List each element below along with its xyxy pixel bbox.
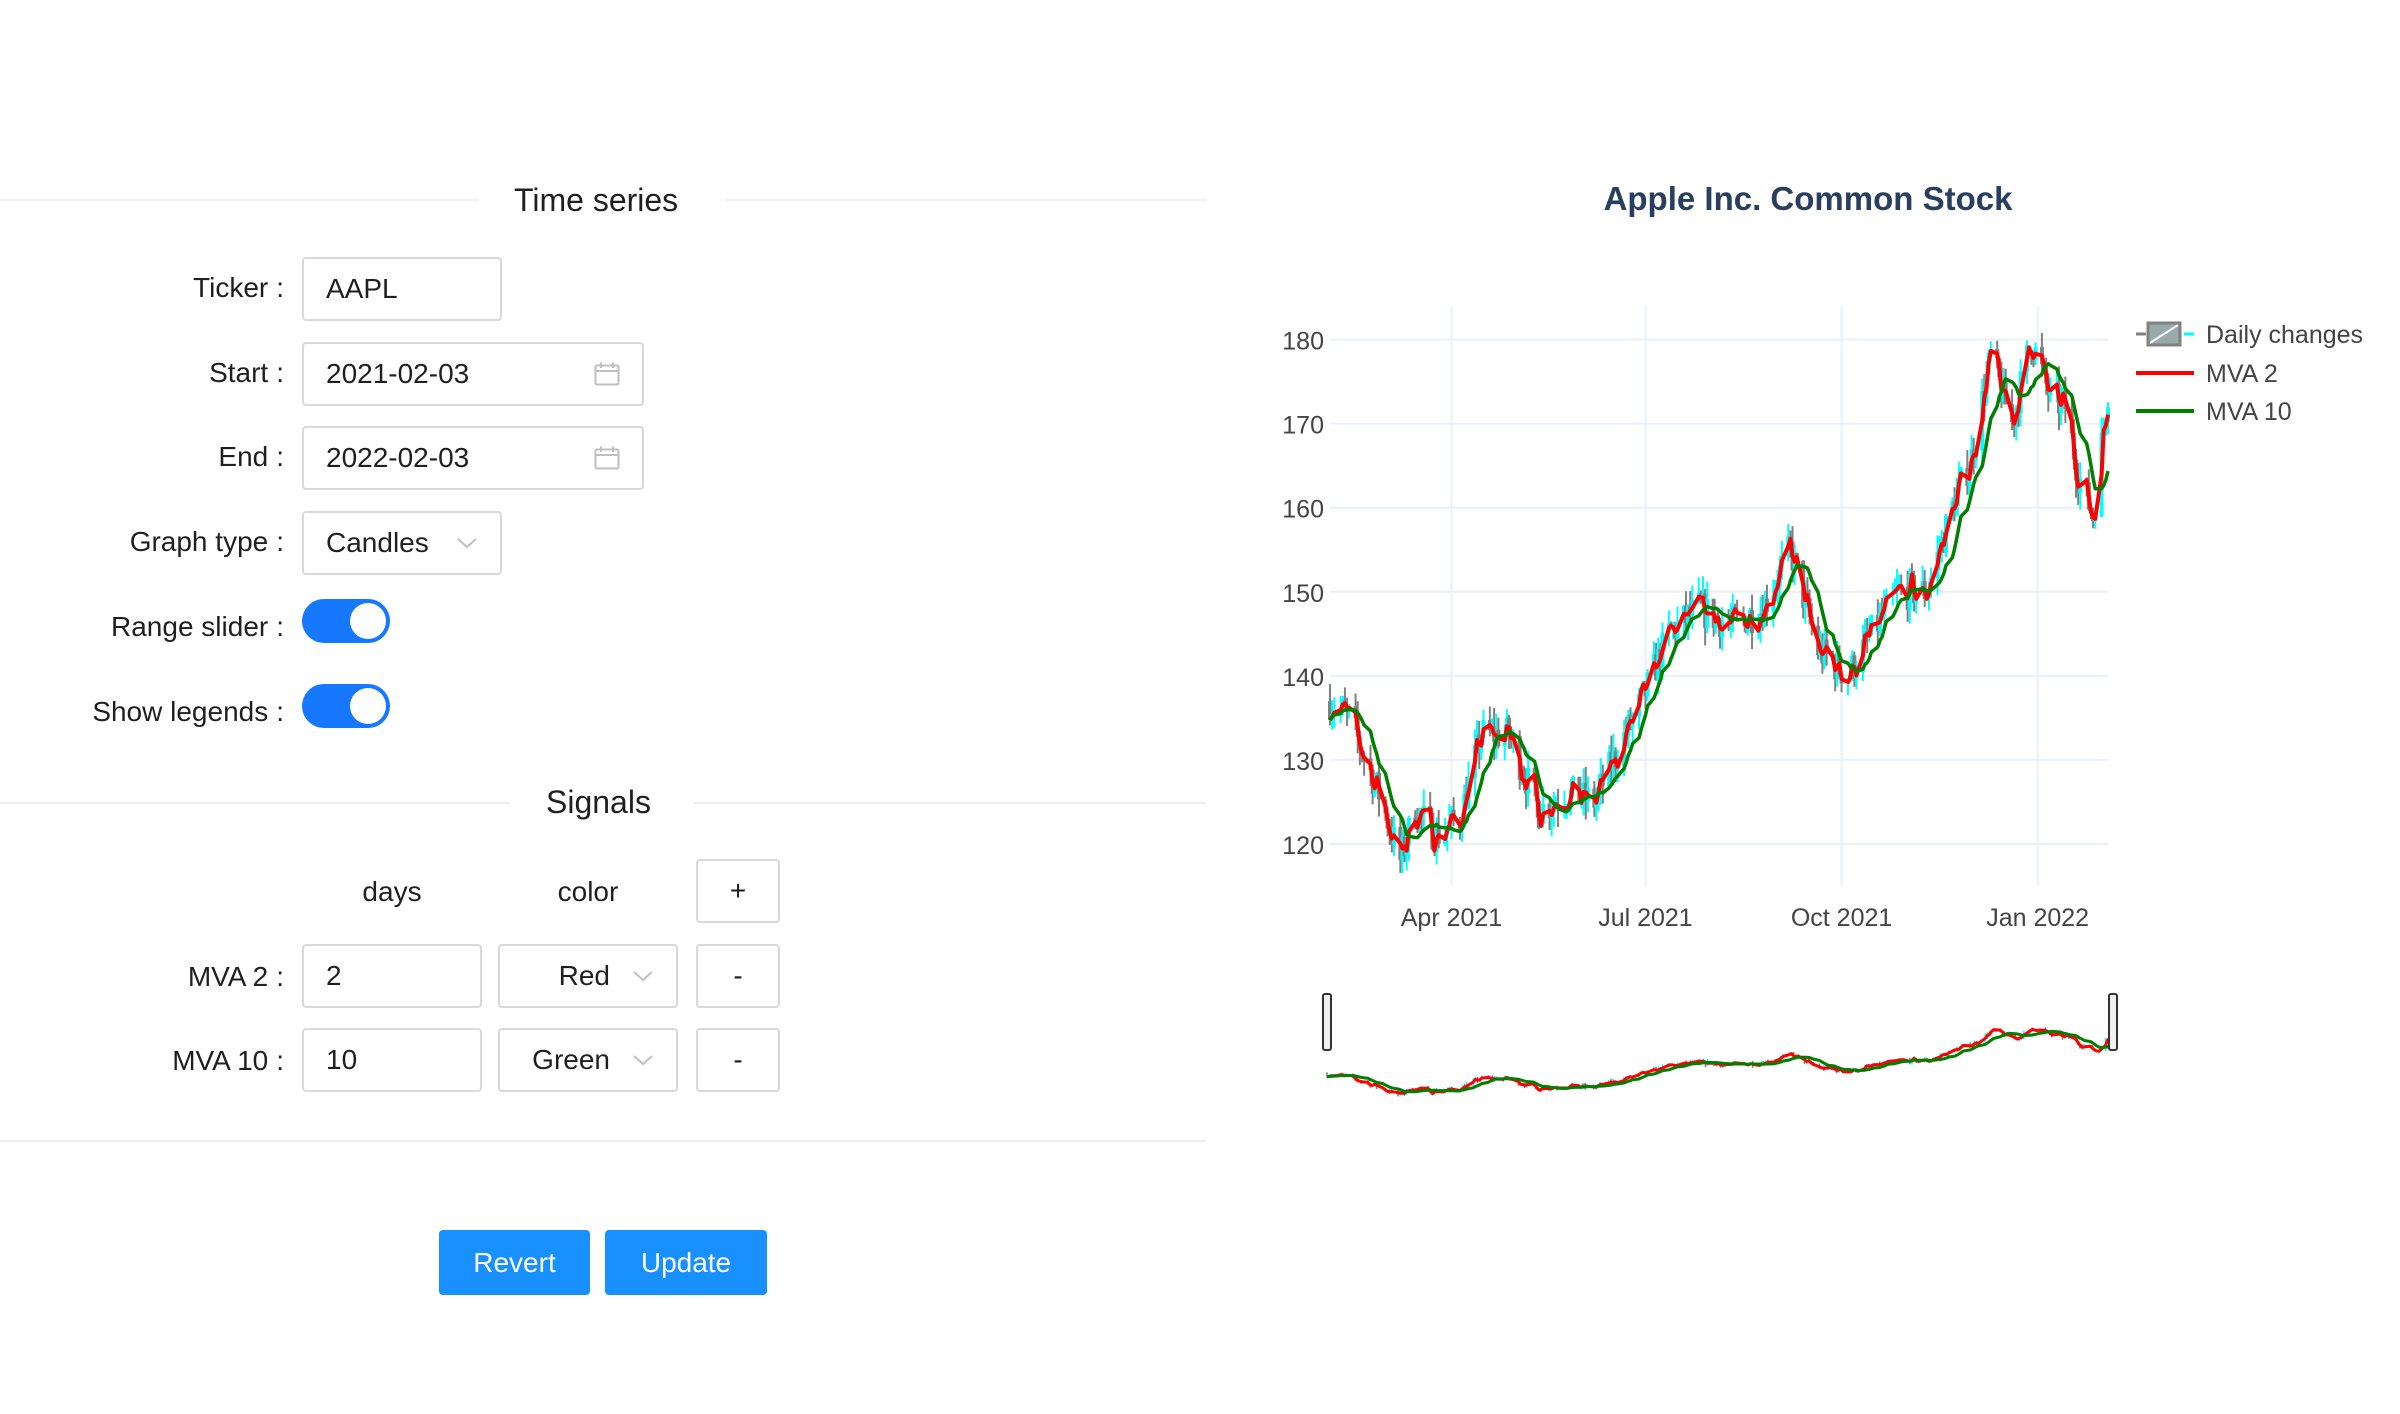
y-tick-label: 130 bbox=[1282, 748, 1324, 776]
legend-entry-label: MVA 10 bbox=[2206, 398, 2292, 426]
slider-left-handle[interactable] bbox=[1322, 993, 1332, 1051]
y-tick-label: 120 bbox=[1282, 832, 1324, 860]
y-axis: 120 130 140 150 160 170 180 bbox=[1282, 328, 1324, 860]
y-tick-label: 150 bbox=[1282, 580, 1324, 608]
x-tick-label: Oct 2021 bbox=[1791, 904, 1892, 932]
x-tick-label: Apr 2021 bbox=[1401, 904, 1502, 932]
range-slider[interactable] bbox=[1322, 993, 2118, 1097]
y-tick-label: 170 bbox=[1282, 412, 1324, 440]
y-tick-label: 140 bbox=[1282, 664, 1324, 692]
x-axis: Apr 2021 Jul 2021 Oct 2021 Jan 2022 bbox=[1401, 904, 2089, 932]
stock-chart[interactable]: Apple Inc. Common Stock 1201301401501601… bbox=[0, 0, 2400, 1414]
mva-10-line bbox=[1328, 362, 2110, 840]
x-tick-label: Jul 2021 bbox=[1598, 904, 1693, 932]
slider-mva-10-line bbox=[1326, 1029, 2113, 1094]
chart-grid bbox=[1330, 306, 2108, 886]
chart-legend[interactable]: Daily changes MVA 2 MVA 10 bbox=[2136, 321, 2363, 426]
chart-title: Apple Inc. Common Stock bbox=[1604, 180, 2014, 217]
x-tick-label: Jan 2022 bbox=[1986, 904, 2089, 932]
legend-entry-label: MVA 2 bbox=[2206, 360, 2278, 388]
legend-entry-label: Daily changes bbox=[2206, 321, 2363, 349]
y-tick-label: 180 bbox=[1282, 328, 1324, 356]
y-tick-label: 160 bbox=[1282, 496, 1324, 524]
slider-right-handle[interactable] bbox=[2108, 993, 2118, 1051]
